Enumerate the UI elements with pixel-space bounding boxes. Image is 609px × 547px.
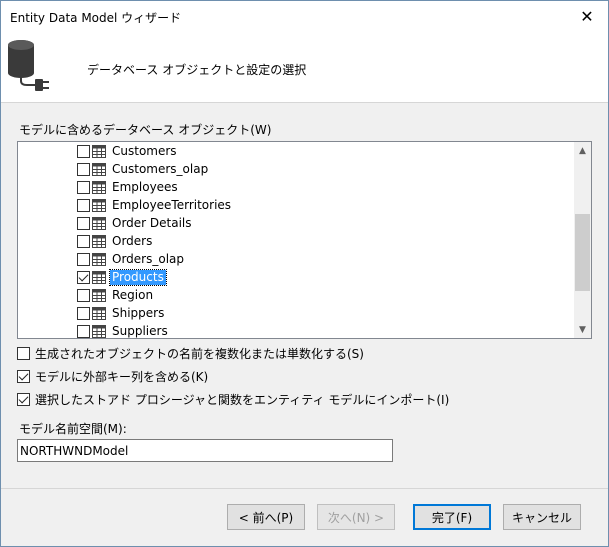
finish-button[interactable]: 完了(F) bbox=[413, 504, 491, 530]
tree-item-checkbox[interactable] bbox=[77, 181, 90, 194]
foreign-keys-label: モデルに外部キー列を含める(K) bbox=[35, 370, 209, 384]
tree-item-label: Suppliers bbox=[112, 324, 168, 338]
table-icon bbox=[92, 145, 106, 158]
tree-item[interactable]: Products bbox=[18, 269, 574, 287]
wizard-header: データベース オブジェクトと設定の選択 bbox=[1, 31, 608, 103]
tree-item-label: Orders_olap bbox=[112, 252, 184, 266]
tree-item-label: Shippers bbox=[112, 306, 165, 320]
tree-item-checkbox[interactable] bbox=[77, 199, 90, 212]
tree-item-checkbox[interactable] bbox=[77, 145, 90, 158]
scroll-down-button[interactable]: ▼ bbox=[574, 321, 591, 338]
vertical-scrollbar[interactable]: ▲ ▼ bbox=[574, 142, 591, 338]
tree-item[interactable]: Customers_olap bbox=[18, 161, 574, 179]
import-procs-label: 選択したストアド プロシージャと関数をエンティティ モデルにインポート(I) bbox=[35, 393, 450, 407]
namespace-input[interactable] bbox=[17, 439, 393, 462]
table-icon bbox=[92, 325, 106, 338]
tree-item[interactable]: Region bbox=[18, 287, 574, 305]
tree-item-label: Order Details bbox=[112, 216, 192, 230]
scroll-thumb[interactable] bbox=[575, 214, 590, 291]
close-button[interactable]: ✕ bbox=[566, 1, 608, 31]
table-icon bbox=[92, 271, 106, 284]
tree-item[interactable]: Orders_olap bbox=[18, 251, 574, 269]
tree-item[interactable]: Orders bbox=[18, 233, 574, 251]
table-icon bbox=[92, 163, 106, 176]
chevron-down-icon: ▼ bbox=[579, 324, 586, 335]
tree-item-label: Orders bbox=[112, 234, 153, 248]
next-button[interactable]: 次へ(N) > bbox=[317, 504, 395, 530]
cancel-button[interactable]: キャンセル bbox=[503, 504, 581, 530]
table-icon bbox=[92, 253, 106, 266]
window-title: Entity Data Model ウィザード bbox=[10, 11, 182, 25]
wizard-window: Entity Data Model ウィザード ✕ データベース オブジェクトと… bbox=[0, 0, 609, 547]
database-objects-tree[interactable]: Customers Customers_olap Employees Employee… bbox=[17, 141, 592, 339]
tree-item[interactable]: Suppliers bbox=[18, 323, 574, 338]
tree-item[interactable]: Shippers bbox=[18, 305, 574, 323]
tree-item[interactable]: Order Details bbox=[18, 215, 574, 233]
namespace-label: モデル名前空間(M): bbox=[19, 422, 127, 436]
tree-item-label: Customers_olap bbox=[112, 162, 209, 176]
foreign-keys-checkbox[interactable] bbox=[17, 370, 30, 383]
prev-button[interactable]: < 前へ(P) bbox=[227, 504, 305, 530]
table-icon bbox=[92, 307, 106, 320]
tree-item-checkbox[interactable] bbox=[77, 325, 90, 338]
tree-item-label: Employees bbox=[112, 180, 178, 194]
tree-item-checkbox[interactable] bbox=[77, 163, 90, 176]
tree-item-label: Products bbox=[109, 269, 167, 286]
footer-divider bbox=[1, 488, 608, 489]
tree-item-checkbox[interactable] bbox=[77, 271, 90, 284]
close-icon: ✕ bbox=[580, 6, 594, 26]
tree-item-label: EmployeeTerritories bbox=[112, 198, 232, 212]
table-icon bbox=[92, 289, 106, 302]
title-bar: Entity Data Model ウィザード ✕ bbox=[1, 1, 608, 31]
tree-item-checkbox[interactable] bbox=[77, 235, 90, 248]
tree-item[interactable]: Customers bbox=[18, 143, 574, 161]
tree-item-label: Region bbox=[112, 288, 154, 302]
scroll-up-button[interactable]: ▲ bbox=[574, 142, 591, 159]
tree-item-checkbox[interactable] bbox=[77, 253, 90, 266]
tree-item[interactable]: EmployeeTerritories bbox=[18, 197, 574, 215]
tree-item-checkbox[interactable] bbox=[77, 217, 90, 230]
table-icon bbox=[92, 199, 106, 212]
database-plug-icon bbox=[8, 40, 49, 91]
page-title: データベース オブジェクトと設定の選択 bbox=[87, 63, 307, 77]
objects-section-label: モデルに含めるデータベース オブジェクト(W) bbox=[19, 123, 272, 137]
tree-item-checkbox[interactable] bbox=[77, 307, 90, 320]
chevron-up-icon: ▲ bbox=[579, 145, 586, 156]
tree-item-label: Customers bbox=[112, 144, 177, 158]
table-icon bbox=[92, 217, 106, 230]
tree-item[interactable]: Employees bbox=[18, 179, 574, 197]
table-icon bbox=[92, 181, 106, 194]
pluralize-label: 生成されたオブジェクトの名前を複数化または単数化する(S) bbox=[35, 347, 364, 361]
pluralize-checkbox[interactable] bbox=[17, 347, 30, 360]
table-icon bbox=[92, 235, 106, 248]
import-procs-checkbox[interactable] bbox=[17, 393, 30, 406]
tree-item-checkbox[interactable] bbox=[77, 289, 90, 302]
